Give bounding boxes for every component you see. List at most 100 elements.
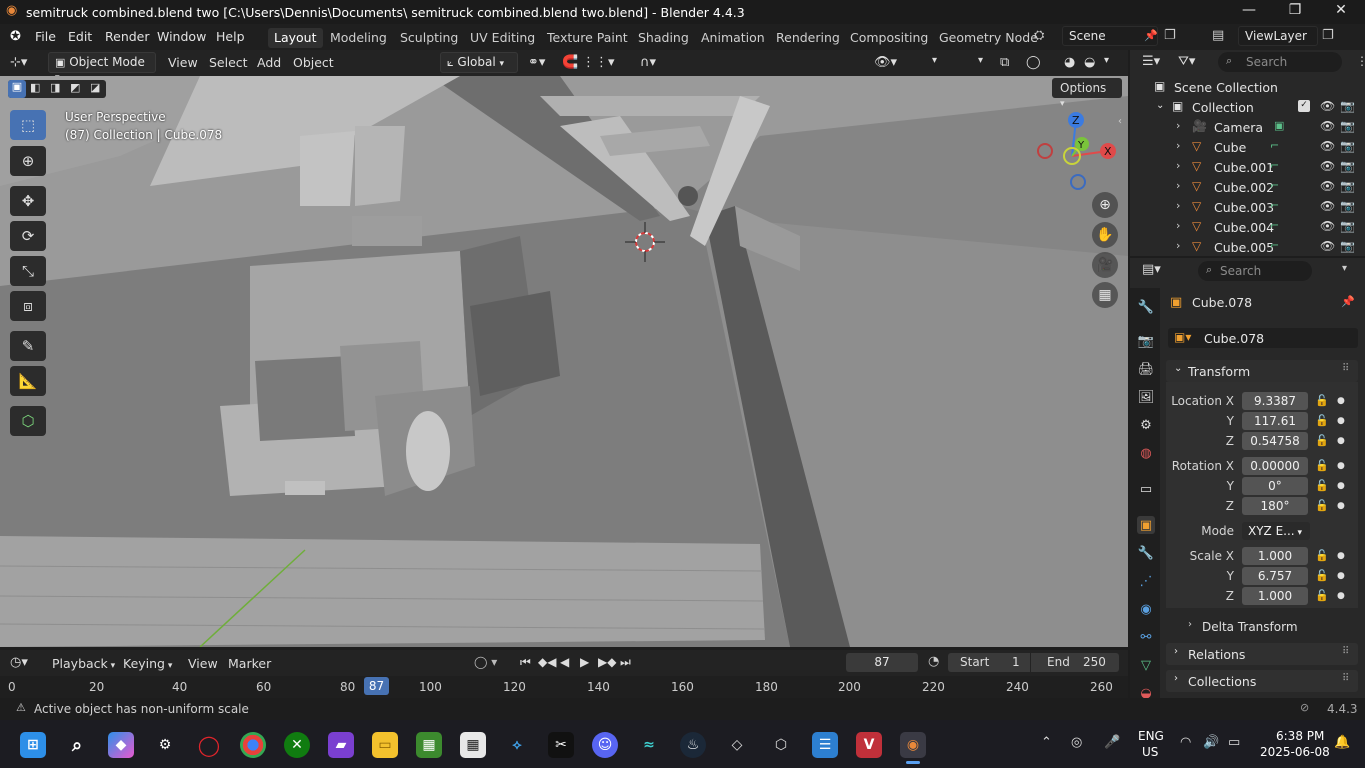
jump-end-icon[interactable]: ⏭ bbox=[620, 655, 631, 670]
region-label[interactable]: US bbox=[1142, 745, 1158, 759]
camera-view-icon[interactable]: 🎥 bbox=[1092, 252, 1118, 278]
properties-search[interactable]: ⌕ Search bbox=[1198, 261, 1312, 281]
outliner-row-object[interactable]: › 🎥 Camera ▣ 👁 📷 bbox=[1130, 117, 1365, 137]
keyframe-dot-icon[interactable]: ● bbox=[1337, 396, 1345, 406]
keyframe-dot-icon[interactable]: ● bbox=[1337, 481, 1345, 491]
lock-icon[interactable]: 🔓 bbox=[1315, 414, 1329, 427]
clock-time[interactable]: 6:38 PM bbox=[1276, 729, 1324, 743]
select-box-tool-icon[interactable]: ⬚ bbox=[10, 110, 46, 140]
orientation-selector[interactable]: ⟀ Global ▾ bbox=[440, 52, 518, 73]
keyframe-dot-icon[interactable]: ● bbox=[1337, 571, 1345, 581]
eye-icon[interactable]: 👁 bbox=[1320, 239, 1335, 253]
location-y-field[interactable]: 117.61 bbox=[1242, 412, 1308, 430]
menu-file[interactable]: File bbox=[35, 29, 56, 44]
select-new-icon[interactable]: ▣ bbox=[8, 80, 26, 98]
chevron-down-icon[interactable]: ▾ bbox=[1342, 263, 1347, 274]
rotation-mode-select[interactable]: XYZ E... ▾ bbox=[1242, 522, 1310, 540]
mesh-data-icon[interactable]: ⌐ bbox=[1270, 199, 1279, 212]
menu-view[interactable]: View bbox=[168, 55, 198, 70]
mesh-data-icon[interactable]: ⌐ bbox=[1270, 219, 1279, 232]
keyframe-dot-icon[interactable]: ● bbox=[1337, 591, 1345, 601]
outliner-row-object[interactable]: › ▽ Cube.003 ⌐ 👁 📷 bbox=[1130, 197, 1365, 217]
language-label[interactable]: ENG bbox=[1138, 729, 1164, 743]
notification-bell-icon[interactable]: 🔔 bbox=[1334, 735, 1350, 750]
collection-tab-icon[interactable]: ▭ bbox=[1137, 480, 1155, 498]
discord-icon[interactable]: ☺ bbox=[592, 732, 618, 758]
render-tab-icon[interactable]: 📷 bbox=[1137, 332, 1155, 350]
eye-icon[interactable]: 👁 bbox=[1320, 179, 1335, 193]
jump-start-icon[interactable]: ⏮ bbox=[520, 655, 531, 670]
camera-icon[interactable]: 📷 bbox=[1340, 119, 1355, 133]
physics-tab-icon[interactable]: ◉ bbox=[1137, 600, 1155, 618]
transform-tool-icon[interactable]: ⧈ bbox=[10, 291, 46, 321]
tab-compositing[interactable]: Compositing bbox=[844, 28, 934, 48]
view-layer-selector[interactable]: ViewLayer bbox=[1238, 26, 1318, 46]
properties-editor-icon[interactable]: ▤▾ bbox=[1142, 262, 1161, 277]
minecraft-icon[interactable]: ▦ bbox=[416, 732, 442, 758]
menu-render[interactable]: Render bbox=[105, 29, 150, 44]
rotation-x-field[interactable]: 0.00000 bbox=[1242, 457, 1308, 475]
windows-start-icon[interactable]: ⊞ bbox=[20, 732, 46, 758]
clock-date[interactable]: 2025-06-08 bbox=[1260, 745, 1330, 759]
outliner-row-object[interactable]: › ▽ Cube.004 ⌐ 👁 📷 bbox=[1130, 217, 1365, 237]
data-tab-icon[interactable]: ▽ bbox=[1137, 656, 1155, 674]
world-tab-icon[interactable]: ◍ bbox=[1137, 444, 1155, 462]
camera-icon[interactable]: 📷 bbox=[1340, 179, 1355, 193]
3d-cursor-icon[interactable] bbox=[625, 222, 665, 262]
file-explorer-icon[interactable]: ▭ bbox=[372, 732, 398, 758]
move-tool-icon[interactable]: ✥ bbox=[10, 186, 46, 216]
lock-icon[interactable]: 🔓 bbox=[1315, 549, 1329, 562]
editor-type-icon[interactable]: ⊹▾ bbox=[10, 55, 27, 70]
play-icon[interactable]: ▶ bbox=[580, 655, 589, 669]
chevron-right-icon[interactable]: › bbox=[1176, 179, 1180, 192]
menu-select[interactable]: Select bbox=[209, 55, 248, 70]
outliner-menu-icon[interactable]: ⋮ bbox=[1356, 54, 1365, 68]
scene-tab-icon[interactable]: ⚙ bbox=[1137, 416, 1155, 434]
outliner-row-object[interactable]: › ▽ Cube.001 ⌐ 👁 📷 bbox=[1130, 157, 1365, 177]
camera-icon[interactable]: 📷 bbox=[1340, 219, 1355, 233]
output-tab-icon[interactable]: 🖨 bbox=[1137, 360, 1155, 378]
wifi-icon[interactable]: ◠ bbox=[1180, 735, 1191, 750]
outliner-search[interactable]: ⌕ Search bbox=[1218, 52, 1342, 72]
tab-uv-editing[interactable]: UV Editing bbox=[464, 28, 541, 48]
chevron-right-icon[interactable]: › bbox=[1176, 159, 1180, 172]
keyframe-dot-icon[interactable]: ● bbox=[1337, 436, 1345, 446]
lock-icon[interactable]: 🔓 bbox=[1315, 459, 1329, 472]
rendered-shading-icon[interactable]: ◒ bbox=[1084, 55, 1095, 70]
menu-window[interactable]: Window bbox=[157, 29, 206, 44]
material-shading-icon[interactable]: ◕ bbox=[1064, 55, 1075, 70]
xray-icon[interactable]: ⧉ bbox=[1000, 55, 1009, 70]
timeline-editor-icon[interactable]: ◷▾ bbox=[10, 655, 28, 670]
outliner-row-object[interactable]: › ▽ Cube.005 ⌐ 👁 📷 bbox=[1130, 237, 1365, 257]
keyframe-dot-icon[interactable]: ● bbox=[1337, 461, 1345, 471]
select-intersect-icon[interactable]: ◪ bbox=[90, 81, 100, 94]
unknown-app-icon[interactable]: ⟡ bbox=[504, 732, 530, 758]
capcut-icon[interactable]: ✂ bbox=[548, 732, 574, 758]
select-invert-icon[interactable]: ◩ bbox=[70, 81, 80, 94]
volume-icon[interactable]: 🔊 bbox=[1203, 735, 1219, 750]
relations-panel-header[interactable]: › Relations ⠿ bbox=[1166, 643, 1358, 665]
particles-tab-icon[interactable]: ⋰ bbox=[1137, 572, 1155, 590]
keyframe-dot-icon[interactable]: ● bbox=[1337, 501, 1345, 511]
steam-icon[interactable]: ♨ bbox=[680, 732, 706, 758]
pan-hand-icon[interactable]: ✋ bbox=[1092, 222, 1118, 248]
scale-z-field[interactable]: 1.000 bbox=[1242, 587, 1308, 605]
falloff-icon[interactable]: ∩▾ bbox=[640, 55, 656, 70]
prev-keyframe-icon[interactable]: ◆◀ bbox=[538, 655, 556, 669]
chevron-right-icon[interactable]: › bbox=[1176, 119, 1180, 132]
tab-geometry-nodes[interactable]: Geometry Node bbox=[933, 28, 1044, 48]
lock-icon[interactable]: 🔓 bbox=[1315, 394, 1329, 407]
tool-tab-icon[interactable]: 🔧 bbox=[1137, 298, 1155, 316]
outliner-row-object[interactable]: › ▽ Cube.002 ⌐ 👁 📷 bbox=[1130, 177, 1365, 197]
camera-icon[interactable]: 📷 bbox=[1340, 99, 1355, 113]
playhead-label[interactable]: 87 bbox=[364, 677, 389, 695]
camera-data-icon[interactable]: ▣ bbox=[1274, 119, 1284, 132]
mesh-data-icon[interactable]: ⌐ bbox=[1270, 179, 1279, 192]
xbox-icon[interactable]: ✕ bbox=[284, 732, 310, 758]
chevron-right-icon[interactable]: › bbox=[1176, 239, 1180, 252]
camera-icon[interactable]: 📷 bbox=[1340, 239, 1355, 253]
eye-icon[interactable]: 👁 bbox=[1320, 99, 1335, 113]
sidebar-toggle-icon[interactable]: ‹ bbox=[1118, 116, 1122, 127]
modifier-tab-icon[interactable]: 🔧 bbox=[1137, 544, 1155, 562]
eye-icon[interactable]: 👁 bbox=[1320, 219, 1335, 233]
